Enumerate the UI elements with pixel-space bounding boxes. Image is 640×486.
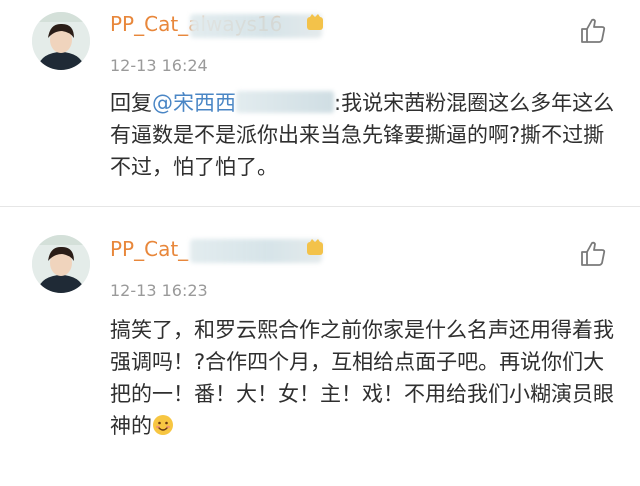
blurred-name-overlay bbox=[190, 14, 322, 38]
reply-prefix: 回复 bbox=[110, 91, 152, 115]
avatar[interactable] bbox=[32, 235, 90, 293]
blurred-mention-overlay bbox=[236, 91, 334, 113]
avatar[interactable] bbox=[32, 12, 90, 70]
comment-body: 搞笑了，和罗云熙合作之前你家是什么名声还用得着我强调吗！?合作四个月，互相给点面… bbox=[110, 314, 615, 442]
thumbs-up-icon[interactable] bbox=[578, 239, 608, 269]
comment-item: PP_Cat_always16 12-13 16:24 回复@宋西西:我说宋茜粉… bbox=[0, 0, 640, 207]
comment-item: PP_Cat_ 12-13 16:23 搞笑了，和罗云熙合作之前你家是什么名声还… bbox=[0, 207, 640, 486]
mention-link[interactable]: @宋西西 bbox=[152, 91, 236, 115]
vip-badge-icon bbox=[307, 14, 323, 30]
smiling-face-emoji-icon bbox=[153, 415, 173, 435]
username[interactable]: PP_Cat_ bbox=[110, 237, 188, 261]
comment-body: 回复@宋西西:我说宋茜粉混圈这么多年这么有逼数是不是派你出来当急先锋要撕逼的啊?… bbox=[110, 87, 615, 183]
blurred-name-overlay bbox=[190, 239, 322, 263]
vip-badge-icon bbox=[307, 239, 323, 255]
timestamp: 12-13 16:23 bbox=[110, 281, 208, 300]
timestamp: 12-13 16:24 bbox=[110, 56, 208, 75]
thumbs-up-icon[interactable] bbox=[578, 16, 608, 46]
comment-text: 搞笑了，和罗云熙合作之前你家是什么名声还用得着我强调吗！?合作四个月，互相给点面… bbox=[110, 318, 614, 438]
